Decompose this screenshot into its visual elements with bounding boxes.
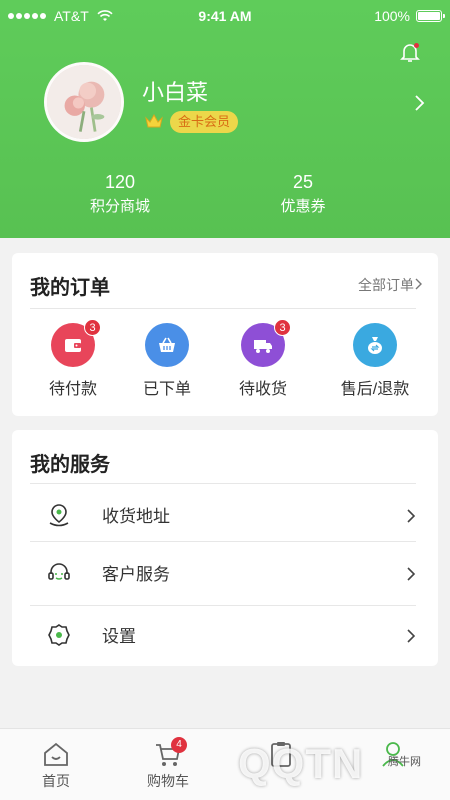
order-placed[interactable]: 已下单 [122,323,212,399]
orders-card: 我的订单 全部订单 3 待付款 已下单 3 待收货 售后/退款 [12,253,438,416]
order-label: 待付款 [48,381,97,398]
battery-icon [416,10,445,22]
status-bar: AT&T 9:41 AM 100% [0,0,450,32]
services-title: 我的服务 [30,454,110,476]
chevron-right-icon [407,567,416,581]
avatar[interactable] [44,62,124,142]
divider [30,308,416,309]
money-bag-icon [353,323,397,367]
gear-icon [48,624,70,646]
tab-home[interactable]: 首页 [11,739,101,791]
service-item-settings[interactable]: 设置 [30,604,416,662]
points-label: 积分商城 [89,198,150,215]
points-value: 120 [104,172,136,192]
order-label: 待收货 [238,381,287,398]
service-item-address[interactable]: 收货地址 [30,484,416,542]
crown-icon [145,113,163,128]
orders-title: 我的订单 [30,277,110,299]
watermark: QQTN [238,740,364,787]
chevron-right-icon [407,629,416,643]
coupons-value: 25 [292,172,314,192]
stat-points-mall[interactable]: 120 积分商城 [50,172,190,216]
headset-icon [48,563,70,580]
tab-label: 首页 [42,773,70,789]
flower-image [47,65,121,139]
services-card: 我的服务 收货地址 客户服务 设置 [12,430,438,666]
battery-percent: 100% [374,8,410,24]
all-orders-link[interactable]: 全部订单 [358,275,414,295]
watermark-small: 腾牛网 [388,756,421,768]
basket-icon [145,323,189,367]
order-label: 已下单 [142,381,191,398]
location-icon [49,504,69,527]
profile-header: AT&T 9:41 AM 100% 小白菜 金卡会员 120 积分商城 25 优… [0,0,450,238]
tab-label: 购物车 [147,773,189,789]
tab-cart[interactable]: 4 购物车 [123,737,213,791]
member-level-badge: 金卡会员 [170,111,239,133]
username: 小白菜 [142,80,209,105]
chevron-right-icon[interactable] [412,94,426,112]
stat-coupons[interactable]: 25 优惠券 [233,172,373,216]
awaiting-delivery-badge: 3 [274,319,291,336]
tab-bar: 首页 4 购物车 腾牛网 [0,728,450,800]
chevron-right-icon[interactable] [414,278,422,290]
cart-badge: 4 [171,737,187,753]
service-label: 收货地址 [102,507,170,526]
bell-icon[interactable] [398,40,422,64]
order-label: 售后/退款 [340,381,410,398]
wallet-icon: 3 [51,319,101,367]
home-icon [44,742,68,766]
order-awaiting-delivery[interactable]: 3 待收货 [218,319,308,399]
service-item-customer-service[interactable]: 客户服务 [30,542,416,600]
order-after-sales[interactable]: 售后/退款 [330,323,420,399]
service-label: 客户服务 [102,565,170,584]
truck-icon: 3 [241,319,291,367]
service-label: 设置 [102,627,136,646]
pending-payment-badge: 3 [84,319,101,336]
coupons-label: 优惠券 [280,198,326,215]
order-pending-payment[interactable]: 3 待付款 [28,319,118,399]
chevron-right-icon [407,509,416,523]
